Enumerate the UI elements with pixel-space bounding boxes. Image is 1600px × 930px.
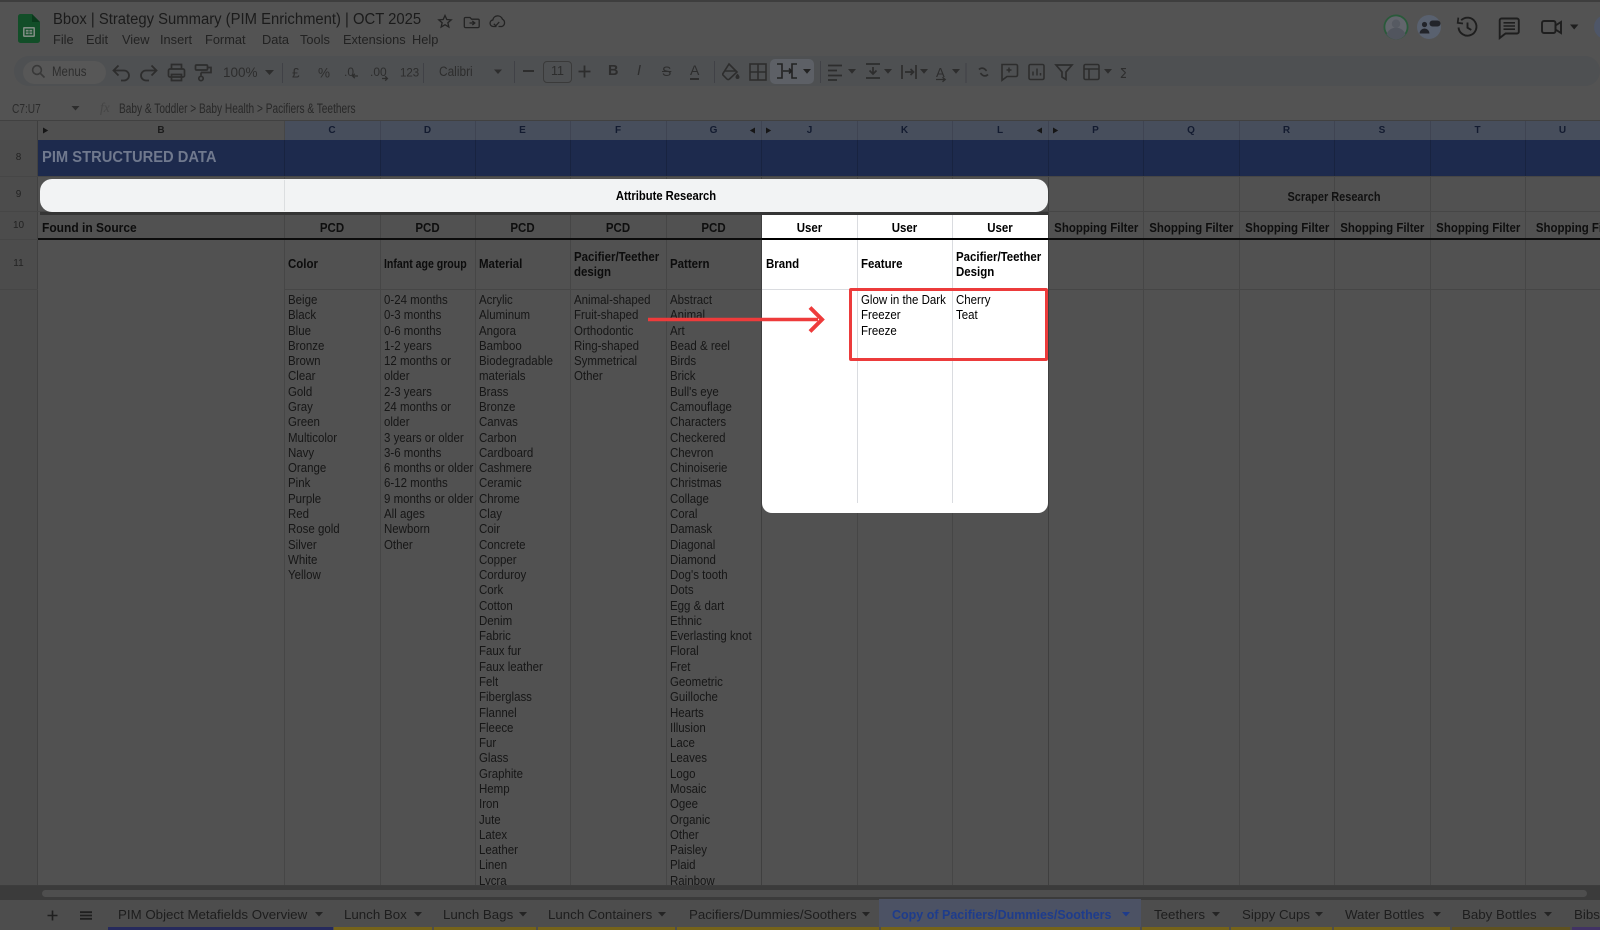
svg-text:Σ: Σ	[1120, 65, 1126, 82]
svg-text:.00: .00	[370, 65, 387, 79]
svg-text:100%: 100%	[223, 65, 258, 80]
svg-text:£: £	[292, 66, 300, 81]
svg-text:123: 123	[400, 68, 419, 80]
svg-text:%: %	[318, 66, 330, 81]
